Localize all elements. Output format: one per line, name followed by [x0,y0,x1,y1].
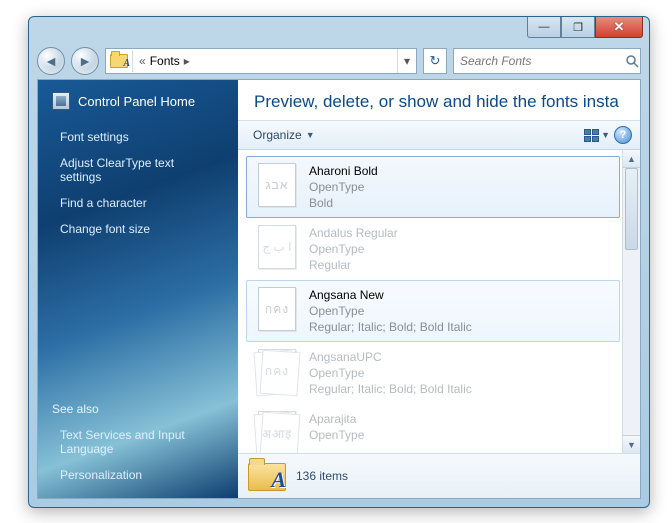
font-preview-icon: अआइ [255,411,299,453]
chevron-down-icon: ▼ [601,130,610,140]
refresh-icon: ↻ [430,53,441,69]
sidebar-find-character[interactable]: Find a character [38,190,238,216]
titlebar[interactable]: — ❐ ✕ [29,17,649,45]
fonts-control-panel-window: — ❐ ✕ ◄ ► A « Fonts ▸ ▾ ↻ [28,16,650,508]
location-folder-icon: A [106,50,133,72]
font-item[interactable]: กคง AngsanaUPC OpenType Regular; Italic;… [246,342,620,404]
vertical-scrollbar[interactable]: ▲ ▼ [622,150,640,453]
font-type: OpenType [309,365,611,381]
address-bar[interactable]: A « Fonts ▸ ▾ [105,48,417,74]
sidebar-personalization[interactable]: Personalization [38,462,238,488]
scroll-down-button[interactable]: ▼ [623,435,640,453]
maximize-button[interactable]: ❐ [561,17,595,38]
main-pane: Preview, delete, or show and hide the fo… [238,80,640,498]
font-style: Regular; Italic; Bold; Bold Italic [309,319,611,335]
font-type: OpenType [309,179,611,195]
fonts-folder-icon: A [248,461,284,491]
sidebar: Control Panel Home Font settings Adjust … [38,80,238,498]
font-name: Andalus Regular [309,225,611,241]
font-preview-icon: ا ب ج [255,225,299,269]
close-icon: ✕ [614,19,625,35]
address-history-dropdown[interactable]: ▾ [397,49,416,73]
font-item[interactable]: אבג Aharoni Bold OpenType Bold [246,156,620,218]
back-button[interactable]: ◄ [37,47,65,75]
view-options-button[interactable]: ▼ [580,127,614,143]
item-count-label: 136 items [296,469,348,483]
font-name: Angsana New [309,287,611,303]
font-name: Aparajita [309,411,611,427]
forward-arrow-icon: ► [78,53,92,69]
font-preview-icon: กคง [255,349,299,393]
control-panel-home-link[interactable]: Control Panel Home [38,92,238,124]
forward-button[interactable]: ► [71,47,99,75]
search-box[interactable] [453,48,641,74]
sidebar-font-settings[interactable]: Font settings [38,124,238,150]
search-icon [623,51,640,71]
breadcrumb-prefix: « [139,54,146,68]
font-style: Regular; Italic; Bold; Bold Italic [309,381,611,397]
sidebar-change-font-size[interactable]: Change font size [38,216,238,242]
breadcrumb-chevron-icon[interactable]: ▸ [184,54,190,68]
font-type: OpenType [309,303,611,319]
scroll-up-button[interactable]: ▲ [623,150,640,168]
breadcrumb-fonts[interactable]: Fonts [150,54,180,68]
font-item[interactable]: ا ب ج Andalus Regular OpenType Regular [246,218,620,280]
organize-label: Organize [253,128,302,142]
font-style: Bold [309,195,611,211]
chevron-down-icon: ▼ [306,130,315,140]
status-bar: A 136 items [238,453,640,498]
command-bar: Organize ▼ ▼ ? [238,120,640,150]
sidebar-adjust-cleartype[interactable]: Adjust ClearType text settings [38,150,238,190]
tiles-view-icon [584,129,598,141]
font-name: AngsanaUPC [309,349,611,365]
control-panel-home-label: Control Panel Home [78,94,195,109]
back-arrow-icon: ◄ [44,53,58,69]
control-panel-icon [52,92,70,110]
page-heading: Preview, delete, or show and hide the fo… [238,80,640,120]
font-preview-icon: กคง [255,287,299,331]
font-item[interactable]: กคง Angsana New OpenType Regular; Italic… [246,280,620,342]
font-name: Aharoni Bold [309,163,611,179]
minimize-icon: — [539,21,550,33]
scroll-thumb[interactable] [625,168,638,250]
organize-button[interactable]: Organize ▼ [246,125,322,145]
font-type: OpenType [309,241,611,257]
maximize-icon: ❐ [573,21,583,34]
font-item[interactable]: अआइ Aparajita OpenType [246,404,620,453]
close-button[interactable]: ✕ [595,17,643,38]
minimize-button[interactable]: — [527,17,561,38]
see-also-heading: See also [38,394,238,422]
search-input[interactable] [454,51,623,71]
refresh-button[interactable]: ↻ [423,48,447,74]
sidebar-text-services[interactable]: Text Services and Input Language [38,422,238,462]
font-type: OpenType [309,427,611,443]
navigation-row: ◄ ► A « Fonts ▸ ▾ ↻ [29,45,649,77]
font-preview-icon: אבג [255,163,299,207]
font-style: Regular [309,257,611,273]
help-button[interactable]: ? [614,126,632,144]
font-list[interactable]: ▲ ▼ אבג Aharoni Bold OpenType Bold ا ب ج… [238,150,640,453]
chevron-down-icon: ▾ [404,54,410,68]
